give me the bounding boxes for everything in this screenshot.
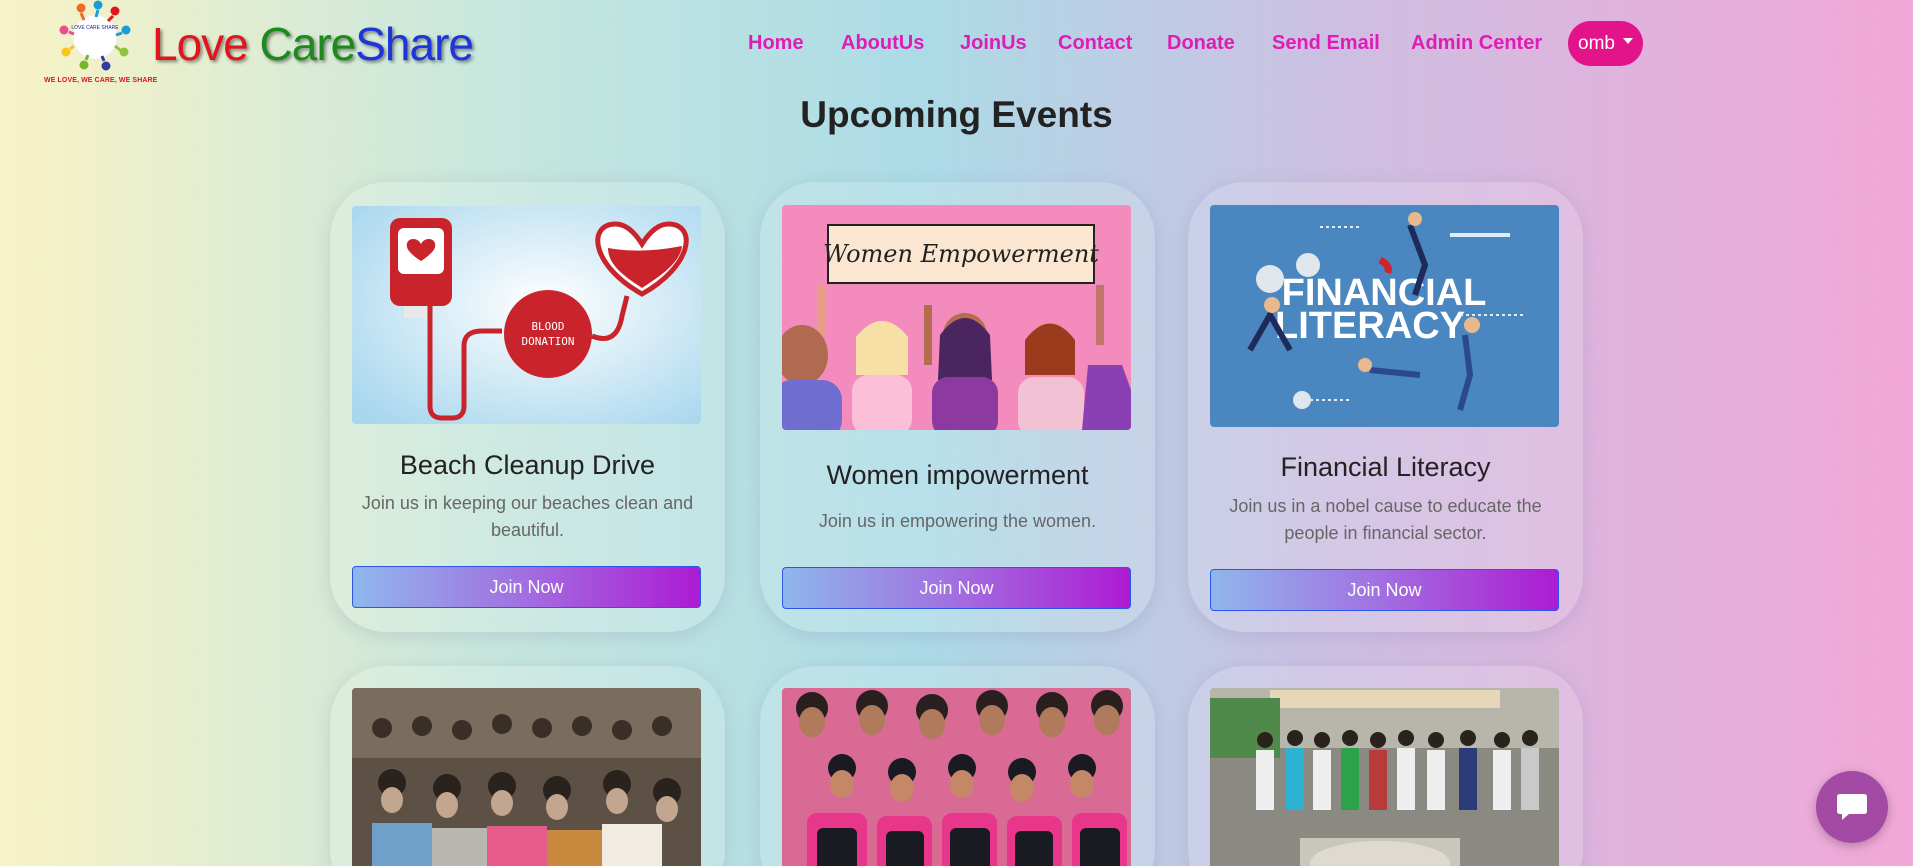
logo-people-icon: LOVE CARE SHARE — [59, 0, 131, 71]
user-dropdown-button[interactable]: omb — [1568, 21, 1643, 66]
event-card-education — [330, 666, 725, 866]
event-card-beach-cleanup: BLOOD DONATION Beach Cleanup Drive Join … — [330, 182, 725, 632]
nav-join-us[interactable]: JoinUs — [960, 32, 1027, 55]
event-title: Women impowerment — [826, 460, 1089, 490]
event-image-schoolgirls — [782, 688, 1131, 866]
event-image-volunteer-group — [1210, 688, 1559, 866]
join-now-button[interactable]: Join Now — [352, 566, 701, 608]
svg-text:LITERACY: LITERACY — [1275, 305, 1465, 347]
women-empowerment-banner-text: Women Empowerment — [823, 240, 1099, 268]
user-name: omb — [1578, 32, 1615, 54]
join-now-button[interactable]: Join Now — [782, 567, 1131, 609]
brand-word-share: Share — [355, 18, 474, 70]
event-description: Join us in keeping our beaches clean and… — [361, 493, 694, 540]
join-now-button[interactable]: Join Now — [1210, 569, 1559, 611]
event-card-financial-literacy: FINANCIAL LITERACY Financial Literacy Jo… — [1188, 182, 1583, 632]
section-title: Upcoming Events — [800, 94, 1113, 135]
event-card-cleanup-team — [1188, 666, 1583, 866]
event-image-women-empowerment: Women Empowerment — [782, 205, 1131, 430]
chat-button[interactable] — [1816, 771, 1888, 843]
brand-word-love: Love — [152, 18, 249, 70]
event-card-women-empowerment: Women Empowerment Women impowerment Join… — [760, 182, 1155, 632]
nav-admin-center[interactable]: Admin Center — [1411, 32, 1542, 55]
event-image-blood-donation: BLOOD DONATION — [352, 206, 701, 424]
chat-bubble-icon — [1837, 794, 1867, 820]
logo-tagline: WE LOVE, WE CARE, WE SHARE — [44, 77, 158, 84]
brand-word-care: Care — [259, 18, 357, 70]
nav-contact[interactable]: Contact — [1058, 32, 1132, 55]
event-description: Join us in a nobel cause to educate the … — [1229, 496, 1542, 543]
caret-down-icon — [1622, 37, 1633, 44]
event-title: Financial Literacy — [1280, 452, 1491, 482]
brand-name[interactable]: Love CareShare — [152, 14, 474, 74]
blood-donation-label: BLOOD — [531, 320, 564, 333]
event-image-financial-literacy: FINANCIAL LITERACY — [1210, 205, 1559, 427]
event-image-classroom — [352, 688, 701, 866]
svg-text:DONATION: DONATION — [522, 335, 575, 348]
nav-home[interactable]: Home — [748, 32, 804, 55]
nav-about-us[interactable]: AboutUs — [841, 32, 924, 55]
navbar: LOVE CARE SHARE WE LOVE, WE CARE, WE SHA… — [0, 0, 1913, 90]
svg-text:LOVE CARE SHARE: LOVE CARE SHARE — [71, 25, 119, 31]
event-card-school-bags — [760, 666, 1155, 866]
logo[interactable]: LOVE CARE SHARE — [40, 0, 150, 86]
nav-send-email[interactable]: Send Email — [1272, 32, 1380, 55]
event-title: Beach Cleanup Drive — [399, 450, 656, 480]
event-description: Join us in empowering the women. — [818, 511, 1097, 531]
nav-donate[interactable]: Donate — [1167, 32, 1235, 55]
